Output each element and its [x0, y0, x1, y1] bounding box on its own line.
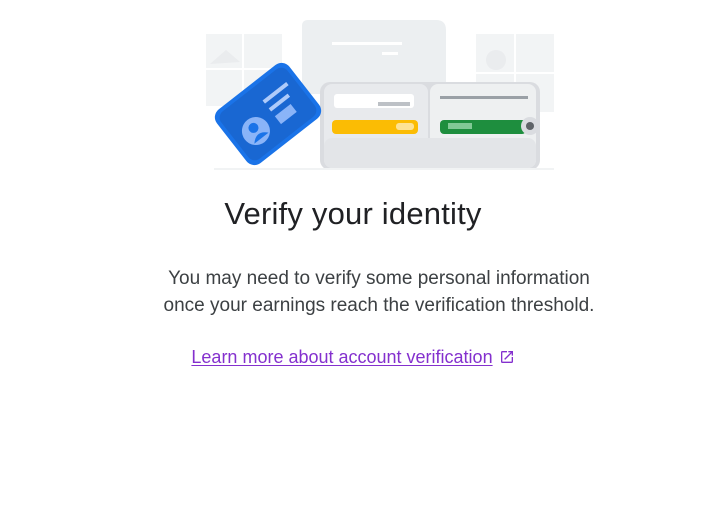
page-title: Verify your identity [224, 196, 482, 231]
learn-more-link[interactable]: Learn more about account verification [191, 347, 492, 367]
learn-more-row: Learn more about account verification [0, 346, 706, 368]
wallet-shape [320, 82, 540, 170]
verify-identity-page: Verify your identity You may need to ver… [0, 0, 706, 511]
description-text: You may need to verify some personal inf… [163, 268, 595, 316]
identity-verification-illustration [206, 20, 554, 170]
open-in-new-icon[interactable] [499, 349, 515, 365]
learn-more-label: Learn more about account verification [191, 347, 493, 367]
